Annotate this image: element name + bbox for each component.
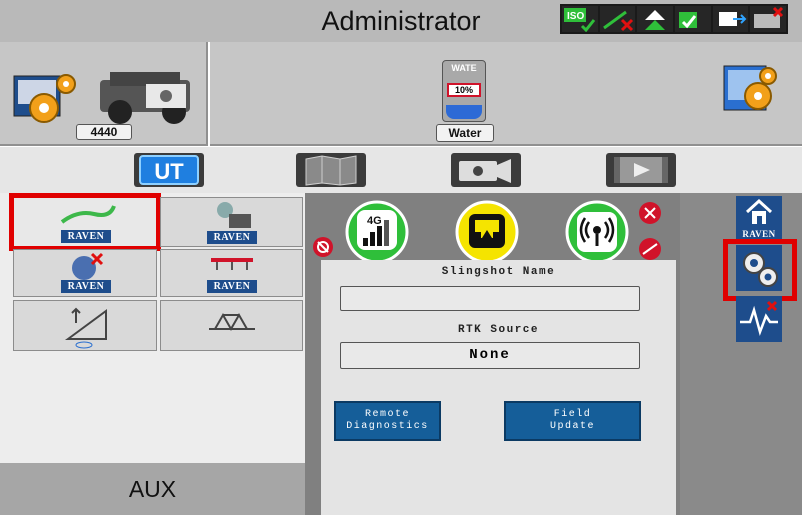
valve-icon xyxy=(217,202,251,228)
diagnostics-error-icon xyxy=(740,300,778,337)
gps-error-icon[interactable] xyxy=(638,237,662,261)
boom-height-button[interactable] xyxy=(13,300,157,351)
tank-level-fill xyxy=(446,105,482,119)
home-icon xyxy=(745,198,773,224)
field-update-label-line1: Field xyxy=(553,409,592,420)
settings-highlight xyxy=(723,239,797,301)
valve-control-button[interactable]: RAVEN xyxy=(160,197,303,247)
tab-video[interactable] xyxy=(606,153,676,187)
tab-camera[interactable] xyxy=(451,153,521,187)
tab-map[interactable] xyxy=(296,153,366,187)
spray-boom-icon xyxy=(211,258,253,270)
selection-highlight xyxy=(9,193,161,251)
boom-frame-button[interactable] xyxy=(160,300,303,351)
tank-name: WATE xyxy=(451,63,477,73)
product-label: Water xyxy=(436,124,494,142)
signal-error-icon[interactable] xyxy=(599,6,636,32)
guidance-error-icon xyxy=(72,252,104,280)
device-error-icon[interactable] xyxy=(750,6,787,32)
ethernet-warning-icon[interactable] xyxy=(455,200,519,264)
map-icon xyxy=(305,155,357,186)
tab-ut[interactable]: UT xyxy=(134,153,204,187)
product-panel[interactable]: WATE 10% Water xyxy=(210,42,802,146)
slingshot-name-label: Slingshot Name xyxy=(441,266,556,278)
remote-diagnostics-label-line1: Remote xyxy=(364,409,410,420)
svg-text:ISO: ISO xyxy=(567,11,584,22)
aux-button[interactable]: AUX xyxy=(0,463,305,515)
remote-diagnostics-label-line2: Diagnostics xyxy=(346,421,429,432)
raven-badge: RAVEN xyxy=(207,280,257,293)
raven-badge: RAVEN xyxy=(207,231,257,244)
export-icon[interactable] xyxy=(712,6,749,32)
spray-boom-button[interactable]: RAVEN xyxy=(160,249,303,297)
field-update-button[interactable]: Field Update xyxy=(504,401,641,441)
video-icon xyxy=(614,157,668,183)
diagnostics-button[interactable] xyxy=(736,296,782,342)
iso-ok-icon[interactable]: ISO xyxy=(562,6,598,32)
ut-icon: UT xyxy=(139,155,199,185)
rtk-error-icon[interactable] xyxy=(638,201,662,225)
boom-frame-icon xyxy=(209,312,255,332)
nav-bar xyxy=(0,147,802,193)
vehicle-label: 4440 xyxy=(76,124,132,140)
guidance-up-icon[interactable] xyxy=(637,6,674,32)
map-ok-icon[interactable] xyxy=(675,6,711,32)
status-icon-strip: ISO xyxy=(560,4,788,34)
product-tank-icon: WATE 10% xyxy=(442,60,486,122)
guidance-error-button[interactable]: RAVEN xyxy=(13,249,157,297)
product-settings-icon[interactable] xyxy=(718,58,778,114)
tank-percent: 10% xyxy=(447,83,481,97)
remote-diagnostics-button[interactable]: Remote Diagnostics xyxy=(334,401,441,441)
rtk-source-label: RTK Source xyxy=(457,324,539,336)
cellular-label: 4G xyxy=(367,215,382,227)
cellular-4g-icon[interactable]: 4G xyxy=(345,200,409,264)
boom-height-icon xyxy=(64,307,107,349)
camera-icon xyxy=(459,159,511,183)
rtk-source-field[interactable]: None xyxy=(340,342,640,369)
wifi-radio-icon[interactable] xyxy=(565,200,629,264)
field-update-label-line2: Update xyxy=(549,421,595,432)
slingshot-form: Slingshot Name RTK Source None Remote Di… xyxy=(321,260,676,515)
home-button[interactable]: RAVEN xyxy=(736,196,782,242)
vehicle-panel[interactable]: 4440 xyxy=(0,42,208,146)
tractor-settings-icon[interactable] xyxy=(10,64,200,126)
svg-text:UT: UT xyxy=(154,159,184,184)
audio-error-icon[interactable] xyxy=(312,236,334,258)
slingshot-name-field[interactable] xyxy=(340,286,640,311)
raven-badge: RAVEN xyxy=(61,280,111,293)
